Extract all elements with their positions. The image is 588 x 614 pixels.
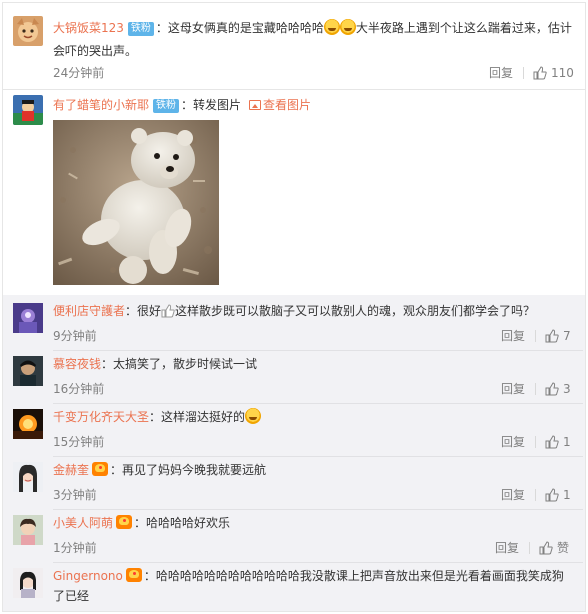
thumbs-up-icon [533,66,547,80]
avatar[interactable] [13,462,43,492]
timestamp: 3分钟前 [53,488,97,502]
username-link[interactable]: 慕容夜钱 [53,357,101,371]
avatar[interactable] [13,95,43,125]
reply-item: Gingernono ：哈哈哈哈哈哈哈哈哈哈哈哈我没散课上把声音放出来但是光看着画… [3,562,585,611]
like-count: 7 [563,329,571,343]
username-link[interactable]: 金赫奎 [53,463,89,477]
username-link[interactable]: 小美人阿萌 [53,516,113,530]
reply-body: ：哈哈哈哈好欢乐 [134,516,231,530]
reply-text: 金赫奎 ：再见了妈妈今晚我就要远航 [53,459,579,481]
divider [523,67,524,79]
like-button[interactable]: 110 [533,64,574,82]
reply-item: 慕容夜钱：太搞笑了，散步时候试一试 16分钟前 回复 3 [3,350,585,404]
username-link[interactable]: 有了蜡笔的小新耶 [53,98,149,112]
avatar[interactable] [13,409,43,439]
username-link[interactable]: Gingernono [53,569,123,583]
reply-item: 金赫奎 ：再见了妈妈今晚我就要远航 3分钟前 回复 1 [3,456,585,510]
reply-body: ：哈哈哈哈哈哈哈哈哈哈哈哈我没散课上把声音放出来但是光看着画面我笑成狗 [143,569,564,583]
divider [535,330,536,342]
thumbs-up-icon [545,435,559,449]
like-button[interactable]: 7 [545,327,571,345]
reply-text: 小美人阿萌 ：哈哈哈哈好欢乐 [53,512,579,534]
like-button[interactable]: 1 [545,433,571,451]
avatar[interactable] [13,303,43,333]
timestamp: 1分钟前 [53,541,97,555]
avatar[interactable] [13,356,43,386]
like-button[interactable]: 赞 [539,539,569,557]
comment-meta: 24分钟前 回复 110 [53,64,579,82]
like-button[interactable]: 3 [545,380,571,398]
view-image-link[interactable]: 查看图片 [263,98,311,112]
reply-button[interactable]: 回复 [501,327,525,345]
reply-button[interactable]: 回复 [495,539,519,557]
reply-meta: 16分钟前 回复 3 [53,380,579,398]
avatar[interactable] [13,568,43,598]
reply-text-cont: 了已经 [53,589,90,603]
thumbs-up-icon [161,304,175,318]
like-count: 110 [551,66,574,80]
reply-item: 小美人阿萌 ：哈哈哈哈好欢乐 1分钟前 回复 赞 [3,509,585,563]
divider [535,489,536,501]
reply-button[interactable]: 回复 [501,380,525,398]
reply-meta: 3分钟前 回复 1 [53,486,579,504]
username-link[interactable]: 千变万化齐天大圣 [53,410,149,424]
reply-text: 便利店守護者：很好 这样散步既可以散脑子又可以散别人的魂，观众朋友们都学会了吗？ [53,300,579,322]
timestamp: 16分钟前 [53,382,105,396]
divider [535,383,536,395]
reply-text: 慕容夜钱：太搞笑了，散步时候试一试 [53,353,579,375]
timestamp: 9分钟前 [53,329,97,343]
comment-photo[interactable] [53,120,219,285]
reply-meta: 15分钟前 回复 1 [53,433,579,451]
like-count: 3 [563,382,571,396]
reply-button[interactable]: 回复 [489,64,513,82]
reply-meta: 9分钟前 回复 7 [53,327,579,345]
image-icon [249,100,262,110]
reply-meta: 1分钟前 回复 赞 [53,539,579,557]
comment-body: ：这母女俩真的是宝藏哈哈哈哈 [155,21,324,35]
fan-badge: 铁粉 [127,22,154,36]
thumbs-up-icon [545,329,559,343]
like-count: 1 [563,488,571,502]
fan-badge: 铁粉 [153,99,180,113]
divider [529,542,530,554]
comment-panel: 大锅饭菜123 铁粉 ：这母女俩真的是宝藏哈哈哈哈 大半夜路上遇到个让这么踹着过来，估… [2,2,586,612]
vip-crown-icon [116,515,133,529]
like-count: 1 [563,435,571,449]
reply-text: Gingernono ：哈哈哈哈哈哈哈哈哈哈哈哈我没散课上把声音放出来但是光看着画… [53,565,583,587]
cat-emoji-icon [245,408,262,424]
timestamp: 24分钟前 [53,66,105,80]
divider [3,89,585,90]
laugh-emoji-icon [339,19,356,35]
reply-body: ：太搞笑了，散步时候试一试 [101,357,258,371]
reply-button[interactable]: 回复 [501,486,525,504]
laugh-emoji-icon [323,19,340,35]
like-label: 赞 [557,541,570,555]
vip-crown-icon [92,462,109,476]
username-link[interactable]: 大锅饭菜123 [53,21,124,35]
reply-item: 千变万化齐天大圣：这样溜达挺好的 15分钟前 回复 1 [3,403,585,457]
thumbs-up-icon [539,541,553,555]
reply-button[interactable]: 回复 [501,433,525,451]
avatar[interactable] [13,16,43,46]
reply-body: ：很好 [125,304,162,318]
replies-area: 便利店守護者：很好 这样散步既可以散脑子又可以散别人的魂，观众朋友们都学会了吗？ … [3,295,585,611]
thumbs-up-icon [545,488,559,502]
timestamp: 15分钟前 [53,435,105,449]
reply-body: ：这样溜达挺好的 [149,410,246,424]
comment-body: ：转发图片 [181,98,242,112]
reply-body: ：再见了妈妈今晚我就要远航 [110,463,267,477]
username-link[interactable]: 便利店守護者 [53,304,125,318]
comment-text: 大锅饭菜123 铁粉 ：这母女俩真的是宝藏哈哈哈哈 大半夜路上遇到个让这么踹着过来，估… [53,16,579,40]
comment-text: 有了蜡笔的小新耶 铁粉 ：转发图片 查看图片 [53,95,579,115]
like-button[interactable]: 1 [545,486,571,504]
divider [535,436,536,448]
reply-item: 便利店守護者：很好 这样散步既可以散脑子又可以散别人的魂，观众朋友们都学会了吗？ … [3,297,585,351]
avatar[interactable] [13,515,43,545]
vip-crown-icon [125,568,142,582]
reply-text: 千变万化齐天大圣：这样溜达挺好的 [53,406,579,428]
thumbs-up-icon [545,382,559,396]
reply-body: 这样散步既可以散脑子又可以散别人的魂，观众朋友们都学会了吗？ [175,304,536,318]
comment-text-cont: 会吓的哭出声。 [53,44,138,58]
comment-body: 大半夜路上遇到个让这么踹着过来，估计 [355,21,572,35]
